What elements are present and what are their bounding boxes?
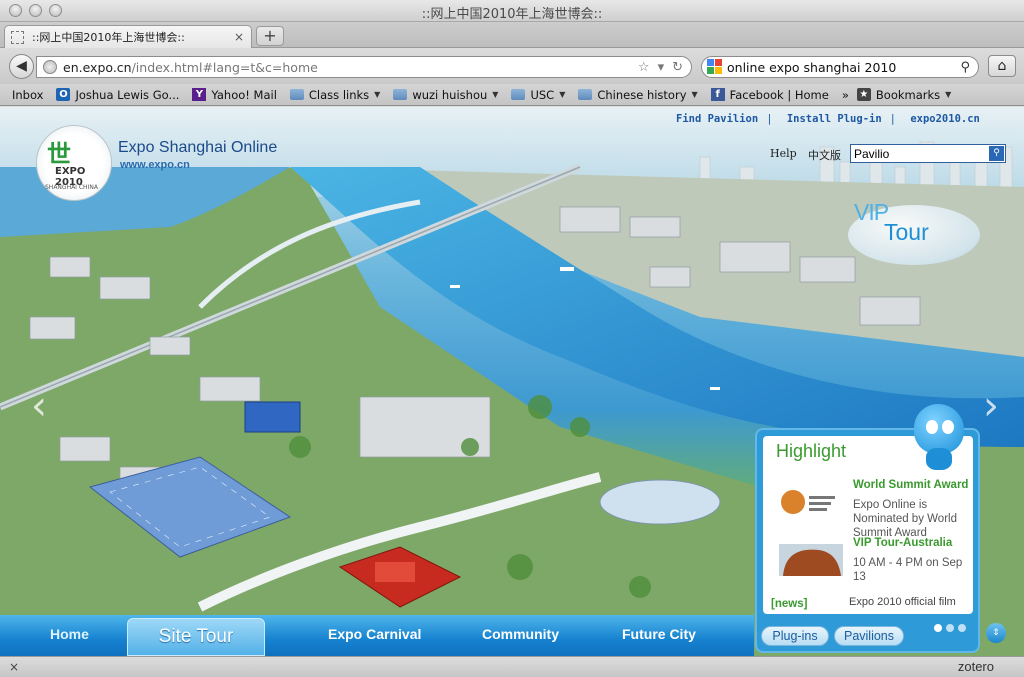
folder-icon [289,89,304,100]
nav-community[interactable]: Community [482,626,559,642]
bookmarks-menu-button[interactable]: ★ Bookmarks ▼ [856,88,952,102]
url-text[interactable]: en.expo.cn/index.html#lang=t&c=home [63,60,638,75]
new-tab-button[interactable]: + [256,26,284,46]
yahoo-icon: Y [192,88,207,101]
window-title: ::网上中国2010年上海世博会:: [421,7,603,22]
folder-icon [578,89,593,100]
folder-icon [393,89,408,100]
nav-home[interactable]: Home [50,626,89,642]
web-search-bar[interactable]: online expo shanghai 2010 ⚲ [701,56,979,78]
expo2010-link[interactable]: expo2010.cn [910,113,980,125]
bookmark-facebook[interactable]: f Facebook | Home [710,88,829,102]
find-pavilion-link[interactable]: Find Pavilion [676,113,758,125]
bookmark-star-icon[interactable]: ☆ [638,60,650,75]
search-icon[interactable]: ⚲ [960,60,970,75]
chevron-down-icon: ▼ [492,90,499,99]
tab-close-icon[interactable]: × [234,30,244,44]
address-bar[interactable]: en.expo.cn/index.html#lang=t&c=home ☆ ▾ … [36,56,692,78]
site-search-input[interactable] [851,145,989,162]
bookmark-joshua-lewis[interactable]: O Joshua Lewis Go... [56,88,179,102]
chevron-down-icon: ▼ [559,90,566,99]
install-plugin-link[interactable]: Install Plug-in [787,113,882,125]
chevron-down-icon: ▼ [374,90,381,99]
chevron-down-icon: ▼ [945,90,952,99]
tab-bar: ::网上中国2010年上海世博会:: × + [0,22,1024,48]
site-url: www.expo.cn [120,159,190,171]
expo-emblem-icon: 世 [47,140,71,168]
globe-icon [43,60,57,74]
web-search-input[interactable]: online expo shanghai 2010 [727,60,960,75]
bookmark-folder-wuzi-huishou[interactable]: wuzi huishou ▼ [393,88,498,102]
reload-icon[interactable]: ↻ [672,60,683,75]
nav-future-city[interactable]: Future City [622,626,696,642]
bookmark-yahoo-mail[interactable]: Y Yahoo! Mail [192,88,277,102]
page-favicon-icon [11,30,24,44]
bookmark-folder-usc[interactable]: USC ▼ [511,88,565,102]
outlook-icon: O [56,88,71,101]
close-status-icon[interactable]: × [9,660,19,674]
back-button[interactable]: ◀ [9,54,34,79]
google-icon[interactable] [707,59,723,75]
help-link[interactable]: Help [770,147,797,160]
site-search-box: ⚲ [850,144,1006,163]
bookmark-folder-class-links[interactable]: Class links ▼ [289,88,381,102]
bookmarks-overflow-button[interactable]: » [842,88,849,102]
highlight-content [763,436,973,614]
expo-logo[interactable]: 世 EXPO 2010 SHANGHAI CHINA [36,125,112,201]
folder-icon [511,89,526,100]
scroll-right-arrow-icon[interactable]: › [978,382,1004,430]
chevron-down-icon: ▼ [691,90,698,99]
vip-tour-badge[interactable]: VIP Tour [848,199,988,269]
bookmarks-star-icon: ★ [856,88,871,101]
site-search-icon[interactable]: ⚲ [989,146,1004,161]
nav-site-tour[interactable]: Site Tour [127,618,265,656]
scroll-left-arrow-icon[interactable]: ‹ [26,382,52,430]
tab-label: ::网上中国2010年上海世博会:: [32,31,185,44]
zotero-button[interactable]: zotero [958,659,994,674]
highlight-panel [755,428,980,653]
home-button[interactable]: ⌂ [988,55,1016,77]
status-bar: × zotero [0,656,1024,677]
logo-subtext: SHANGHAI CHINA [45,184,98,191]
main-navigation: Home Site Tour Expo Carnival Community F… [0,615,754,656]
top-links: Find Pavilion | Install Plug-in | expo2010… [676,113,980,125]
nav-expo-carnival[interactable]: Expo Carnival [328,626,421,642]
navigation-toolbar: ◀ en.expo.cn/index.html#lang=t&c=home ☆ … [0,48,1024,84]
url-dropdown-icon[interactable]: ▾ [658,60,665,75]
site-title: Expo Shanghai Online [118,139,278,156]
bookmarks-toolbar: Inbox O Joshua Lewis Go... Y Yahoo! Mail C… [0,84,1024,204]
tab-expo[interactable]: ::网上中国2010年上海世博会:: × [4,25,252,48]
bookmark-folder-chinese-history[interactable]: Chinese history ▼ [578,88,698,102]
chinese-version-link[interactable]: 中文版 [808,147,841,163]
facebook-icon: f [710,88,725,101]
window-titlebar: ::网上中国2010年上海世博会:: [0,0,1024,22]
bookmark-inbox[interactable]: Inbox [0,88,43,204]
